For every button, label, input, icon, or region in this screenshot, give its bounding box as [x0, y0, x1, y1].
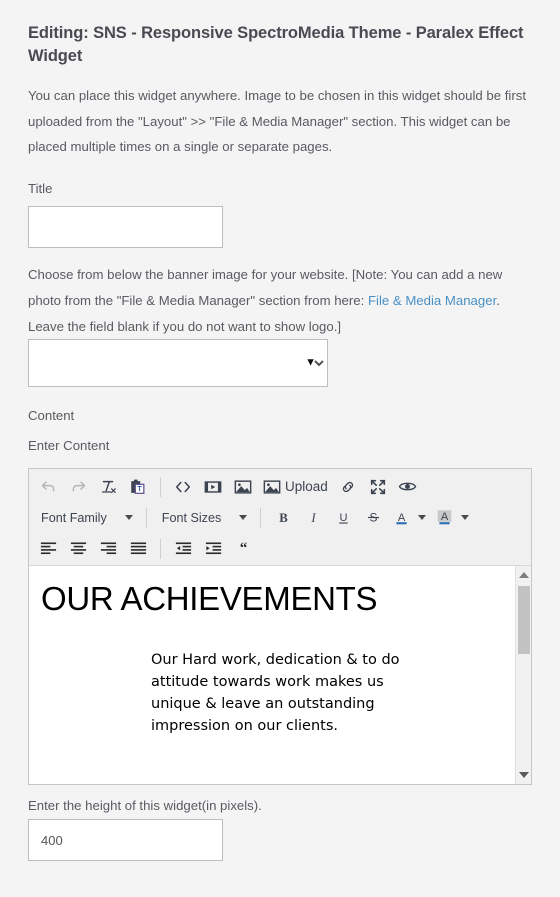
- editor-document[interactable]: OUR ACHIEVEMENTS Our Hard work, dedicati…: [29, 566, 531, 737]
- align-right-icon[interactable]: [93, 535, 123, 562]
- align-justify-icon[interactable]: [123, 535, 153, 562]
- svg-text:U: U: [339, 512, 347, 524]
- background-color-icon[interactable]: A: [431, 504, 474, 531]
- enter-content-label: Enter Content: [28, 438, 110, 454]
- svg-text:B: B: [279, 512, 288, 526]
- bold-icon[interactable]: B: [268, 504, 298, 531]
- banner-image-select[interactable]: [28, 339, 328, 388]
- fullscreen-icon[interactable]: [363, 473, 393, 500]
- indent-icon[interactable]: [198, 535, 228, 562]
- font-sizes-dropdown[interactable]: Font Sizes: [154, 504, 254, 531]
- toolbar-row-2: Font Family Font Sizes B I U S A A: [29, 502, 531, 533]
- align-center-icon[interactable]: [63, 535, 93, 562]
- chevron-down-icon: [124, 515, 133, 521]
- svg-text:“: “: [239, 540, 247, 557]
- widget-description: You can place this widget anywhere. Imag…: [28, 87, 527, 155]
- editor-paragraph: Our Hard work, dedication & to do attitu…: [151, 652, 400, 734]
- chevron-down-icon: [418, 515, 427, 521]
- banner-image-select-wrapper[interactable]: ▼: [28, 339, 328, 388]
- font-sizes-label: Font Sizes: [161, 510, 222, 525]
- upload-button[interactable]: Upload: [258, 473, 333, 500]
- clear-formatting-icon[interactable]: [93, 473, 123, 500]
- editor-scrollbar[interactable]: [515, 566, 531, 785]
- outdent-icon[interactable]: [168, 535, 198, 562]
- scroll-down-icon[interactable]: [516, 767, 531, 783]
- editor-content-area[interactable]: OUR ACHIEVEMENTS Our Hard work, dedicati…: [29, 566, 531, 785]
- source-code-icon[interactable]: [168, 473, 198, 500]
- title-field-label: Title: [28, 181, 53, 197]
- scroll-up-icon[interactable]: [516, 567, 531, 583]
- italic-icon[interactable]: I: [298, 504, 328, 531]
- toolbar-separator: [260, 507, 262, 528]
- toolbar-row-3: “: [29, 533, 531, 564]
- toolbar-row-1: T Upload: [29, 471, 531, 502]
- align-left-icon[interactable]: [33, 535, 63, 562]
- editor-heading: OUR ACHIEVEMENTS: [41, 580, 378, 618]
- widget-editor-page: Editing: SNS - Responsive SpectroMedia T…: [0, 0, 560, 897]
- text-color-icon[interactable]: A: [388, 504, 431, 531]
- insert-media-icon[interactable]: [198, 473, 228, 500]
- undo-icon[interactable]: [33, 473, 63, 500]
- svg-text:A: A: [441, 512, 449, 524]
- preview-icon[interactable]: [393, 473, 423, 500]
- upload-label: Upload: [285, 479, 328, 495]
- toolbar-separator: [160, 538, 161, 559]
- widget-height-input[interactable]: [28, 819, 223, 862]
- height-field-label: Enter the height of this widget(in pixel…: [28, 798, 262, 814]
- blockquote-icon[interactable]: “: [228, 535, 258, 562]
- chevron-down-icon: [461, 515, 470, 521]
- editor-toolbar: T Upload Font Family Font Sizes B I U S …: [29, 469, 531, 567]
- svg-text:I: I: [310, 512, 316, 526]
- toolbar-separator: [145, 507, 147, 528]
- scrollbar-thumb[interactable]: [518, 586, 530, 655]
- insert-link-icon[interactable]: [333, 473, 363, 500]
- title-input[interactable]: [28, 206, 223, 249]
- banner-instructions: Choose from below the banner image for y…: [28, 262, 532, 339]
- chevron-down-icon: [239, 515, 248, 521]
- strikethrough-icon[interactable]: S: [358, 504, 388, 531]
- underline-icon[interactable]: U: [328, 504, 358, 531]
- insert-image-icon[interactable]: [228, 473, 258, 500]
- font-family-label: Font Family: [41, 510, 107, 525]
- svg-text:T: T: [137, 484, 142, 493]
- toolbar-separator: [160, 476, 161, 497]
- rich-text-editor[interactable]: T Upload Font Family Font Sizes B I U S …: [28, 468, 532, 786]
- redo-icon[interactable]: [63, 473, 93, 500]
- content-label: Content: [28, 408, 75, 424]
- page-title: Editing: SNS - Responsive SpectroMedia T…: [28, 24, 524, 66]
- svg-text:A: A: [398, 512, 406, 524]
- paste-as-text-icon[interactable]: T: [123, 473, 153, 500]
- file-media-manager-link[interactable]: File & Media Manager: [368, 293, 496, 308]
- font-family-dropdown[interactable]: Font Family: [33, 504, 139, 531]
